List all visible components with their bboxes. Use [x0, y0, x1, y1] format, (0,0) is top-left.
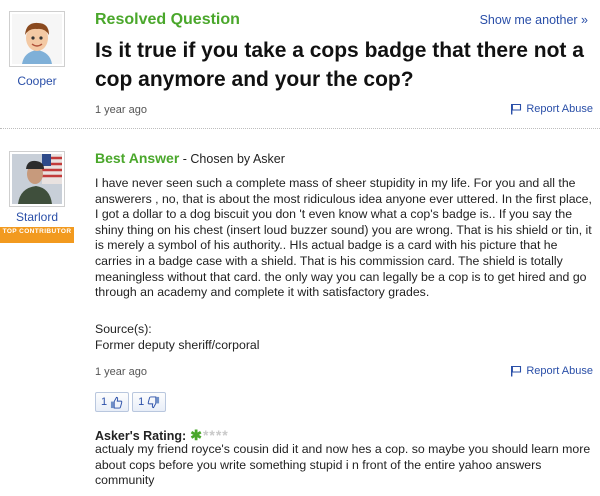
rating-comment: actualy my friend royce's cousin did it …: [95, 442, 591, 488]
thumbs-down-icon: [147, 395, 160, 408]
question-time: 1 year ago: [95, 104, 147, 116]
best-answer-label: Best Answer: [95, 150, 180, 166]
best-answer-header: Best Answer - Chosen by Asker: [95, 150, 285, 166]
rating-label: Asker's Rating:: [95, 428, 187, 443]
asker-avatar[interactable]: [9, 11, 65, 67]
resolved-status: Resolved Question: [95, 11, 240, 28]
question-report-abuse-link[interactable]: Report Abuse: [510, 103, 593, 115]
report-abuse-label: Report Abuse: [526, 103, 593, 115]
answer-report-abuse-link[interactable]: Report Abuse: [510, 365, 593, 377]
thumbs-down-count: 1: [138, 396, 145, 408]
top-contributor-label: TOP CONTRIBUTOR: [2, 228, 72, 235]
show-another-link[interactable]: Show me another »: [480, 13, 588, 27]
star-filled-icon: ✱: [190, 427, 203, 443]
section-divider: [0, 128, 600, 129]
answerer-name-link[interactable]: Starlord: [5, 210, 69, 224]
chosen-by-label: - Chosen by Asker: [179, 152, 285, 166]
source-value: Former deputy sheriff/corporal: [95, 338, 260, 352]
answer-time: 1 year ago: [95, 366, 147, 378]
question-title: Is it true if you take a cops badge that…: [95, 39, 584, 91]
vote-buttons: 1 1: [95, 392, 167, 412]
answerer-avatar[interactable]: [9, 151, 65, 207]
photo-avatar-icon: [12, 154, 62, 204]
report-abuse-label: Report Abuse: [526, 365, 593, 377]
flag-icon: [511, 365, 522, 377]
flag-icon: [511, 103, 522, 115]
thumbs-up-count: 1: [101, 396, 108, 408]
asker-name-link[interactable]: Cooper: [5, 74, 69, 88]
thumbs-up-button[interactable]: 1: [95, 392, 130, 412]
answer-body: I have never seen such a complete mass o…: [95, 176, 592, 300]
star-empty-icon: *: [222, 427, 229, 443]
thumbs-down-button[interactable]: 1: [132, 392, 167, 412]
sources-label: Source(s):: [95, 322, 152, 336]
cartoon-avatar-icon: [12, 14, 62, 64]
top-contributor-badge: TOP CONTRIBUTOR: [0, 227, 74, 243]
thumbs-up-icon: [111, 396, 123, 409]
